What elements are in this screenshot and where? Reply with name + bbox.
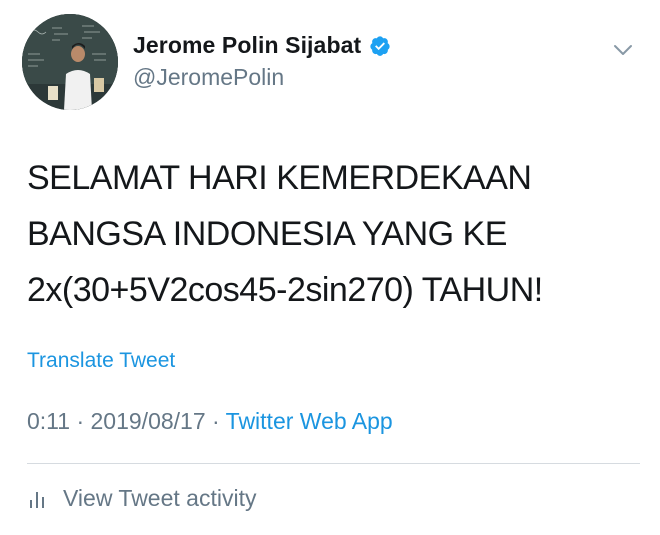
tweet-card: Jerome Polin Sijabat @JeromePolin SELAMA… bbox=[0, 0, 660, 535]
view-tweet-activity-label: View Tweet activity bbox=[63, 485, 257, 511]
name-row: Jerome Polin Sijabat bbox=[133, 32, 391, 59]
tweet-text-line: SELAMAT HARI KEMERDEKAAN bbox=[27, 159, 532, 197]
user-handle[interactable]: @JeromePolin bbox=[133, 64, 284, 91]
avatar-image bbox=[22, 14, 118, 110]
verified-badge-icon bbox=[369, 35, 391, 57]
translate-tweet-link[interactable]: Translate Tweet bbox=[27, 349, 175, 373]
chevron-down-icon[interactable] bbox=[611, 38, 635, 62]
display-name[interactable]: Jerome Polin Sijabat bbox=[133, 32, 361, 59]
view-tweet-activity-button[interactable]: View Tweet activity bbox=[27, 485, 256, 512]
tweet-meta: 0:11 · 2019/08/17 · Twitter Web App bbox=[27, 408, 393, 435]
meta-separator: · bbox=[70, 408, 91, 434]
tweet-text-line: BANGSA INDONESIA YANG KE bbox=[27, 215, 507, 253]
bar-chart-icon bbox=[27, 488, 49, 510]
divider bbox=[27, 463, 640, 464]
avatar[interactable] bbox=[22, 14, 118, 110]
source-app-link[interactable]: Twitter Web App bbox=[226, 408, 393, 434]
tweet-text-line: 2x(30+5V2cos45-2sin270) TAHUN! bbox=[27, 271, 543, 309]
meta-separator: · bbox=[205, 408, 226, 434]
tweet-date[interactable]: 2019/08/17 bbox=[91, 408, 206, 434]
tweet-time[interactable]: 0:11 bbox=[27, 408, 70, 434]
tweet-text: SELAMAT HARI KEMERDEKAAN BANGSA INDONESI… bbox=[27, 150, 637, 318]
